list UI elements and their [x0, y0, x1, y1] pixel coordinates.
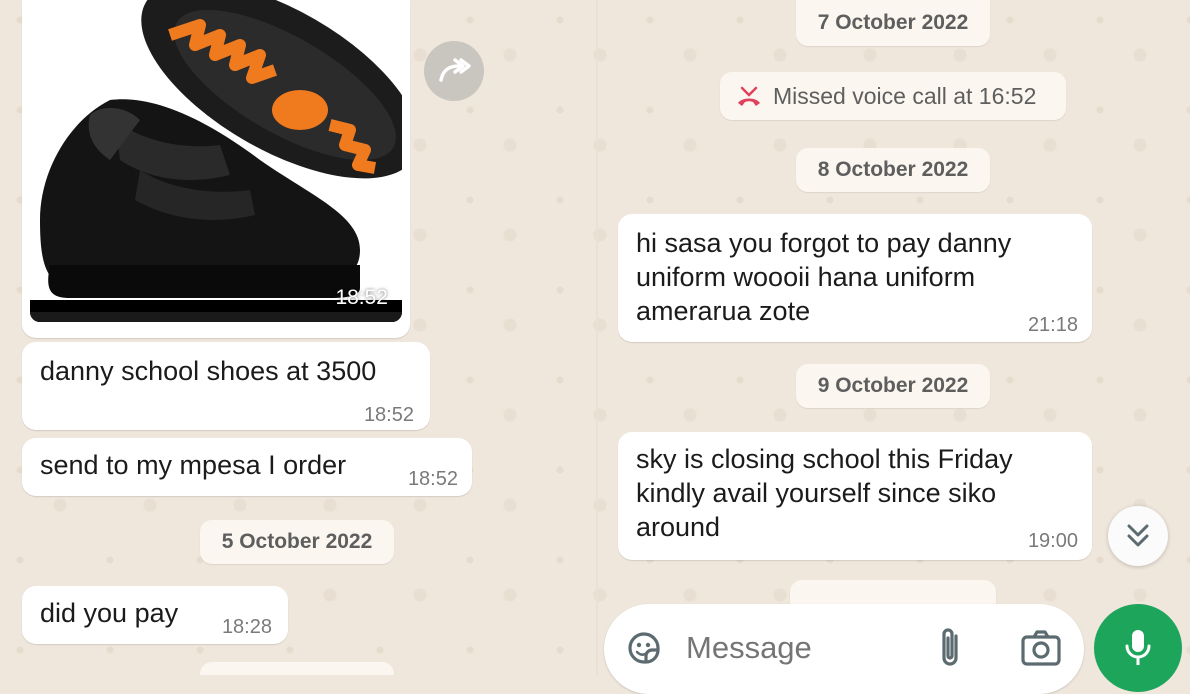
message-line: uniform woooii hana uniform [636, 262, 976, 292]
message-line: amerarua zote [636, 296, 811, 326]
message-input[interactable] [686, 630, 906, 666]
message-bubble[interactable]: danny school shoes at 3500 18:52 [22, 342, 430, 430]
date-chip-partial [200, 662, 394, 675]
pane-divider [596, 0, 598, 675]
image-message-bubble[interactable]: 18:52 [22, 0, 410, 338]
date-chip: 9 October 2022 [796, 364, 990, 408]
sticker-button[interactable] [624, 628, 664, 668]
camera-icon [1021, 630, 1061, 666]
school-shoes-image [30, 0, 402, 322]
left-chat-pane[interactable]: 18:52 danny school shoes at 3500 18:52 s… [0, 0, 596, 675]
date-chip: 8 October 2022 [796, 148, 990, 192]
message-composer[interactable] [604, 604, 1084, 694]
message-text: did you pay [40, 598, 179, 628]
message-text: danny school shoes at 3500 [40, 356, 377, 386]
sticker-icon [628, 632, 660, 664]
message-time: 19:00 [1027, 530, 1078, 552]
message-line: sky is closing school this Friday [636, 444, 1013, 474]
mic-icon [1125, 630, 1151, 665]
scroll-to-bottom-button[interactable] [1108, 506, 1168, 566]
missed-call-text: Missed voice call at 16:52 [773, 83, 1037, 109]
message-time: 18:28 [221, 616, 272, 638]
date-chip: 7 October 2022 [796, 0, 990, 46]
missed-call-notice[interactable]: Missed voice call at 16:52 [720, 72, 1066, 120]
date-chip: 5 October 2022 [200, 520, 394, 564]
message-time: 21:18 [1027, 314, 1078, 336]
forward-icon [439, 58, 471, 82]
chevron-double-down-icon [1127, 524, 1149, 547]
message-line: around [636, 512, 721, 542]
image-timestamp: 18:52 [335, 286, 388, 309]
message-bubble[interactable]: did you pay 18:28 [22, 586, 288, 644]
message-text: send to my mpesa I order [40, 450, 347, 480]
message-line: hi sasa you forgot to pay danny [636, 228, 1012, 258]
message-bubble[interactable]: send to my mpesa I order 18:52 [22, 438, 472, 496]
message-bubble[interactable]: sky is closing school this Friday kindly… [618, 432, 1092, 560]
message-bubble[interactable]: hi sasa you forgot to pay danny uniform … [618, 214, 1092, 342]
missed-call-icon [738, 86, 760, 106]
message-time: 18:52 [363, 404, 414, 426]
message-time: 18:52 [407, 468, 458, 490]
shoe-photo[interactable]: 18:52 [30, 0, 402, 322]
camera-button[interactable] [1020, 628, 1062, 668]
paperclip-icon [942, 628, 958, 666]
voice-record-button[interactable] [1094, 604, 1182, 692]
attach-button[interactable] [934, 626, 968, 670]
message-line: kindly avail yourself since siko [636, 478, 997, 508]
forward-button[interactable] [424, 41, 484, 101]
